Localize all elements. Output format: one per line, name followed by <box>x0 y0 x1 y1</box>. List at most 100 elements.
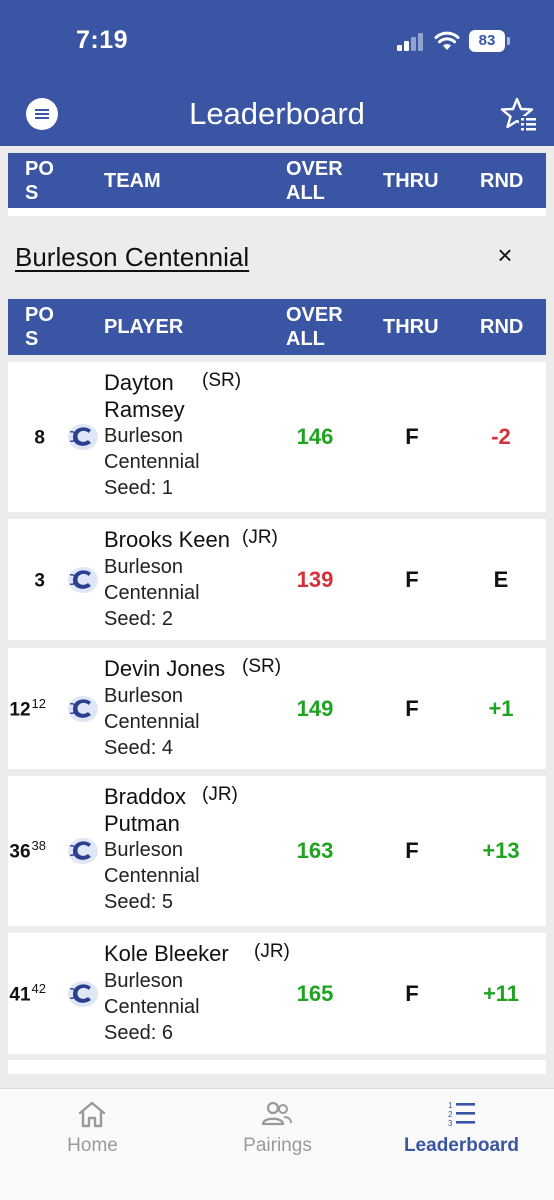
overall-score: 139 <box>296 566 334 592</box>
player-school-cont: Centennial <box>104 711 200 733</box>
player-name[interactable]: Braddox <box>104 784 186 809</box>
player-name[interactable]: Brooks Keen <box>104 527 230 552</box>
player-seed: Seed: 1 <box>104 477 173 499</box>
page-title: Leaderboard <box>189 96 365 131</box>
player-info: Brooks Keen (JR) Burleson Centennial See… <box>104 527 284 632</box>
player-position: 4142 <box>0 981 46 1006</box>
player-school-cont: Centennial <box>104 996 200 1018</box>
player-class: (JR) <box>242 527 278 548</box>
position-previous: 42 <box>31 980 46 996</box>
position-current: 8 <box>34 427 45 449</box>
player-school: Burleson <box>104 839 183 861</box>
position-current: 12 <box>9 698 31 720</box>
svg-text:2: 2 <box>448 1110 453 1119</box>
header-player[interactable]: PLAYER <box>104 315 183 339</box>
player-position: 3638 <box>0 838 46 863</box>
header-pos[interactable]: PO S <box>25 157 54 205</box>
player-table-header: PO S PLAYER OVER ALL THRU RND <box>8 299 546 355</box>
battery-tip <box>507 37 510 45</box>
header-rnd[interactable]: RND <box>480 315 523 339</box>
header-overall[interactable]: OVER ALL <box>286 303 343 351</box>
player-card[interactable]: 3 Brooks Keen (JR) Burleson Centennial S… <box>8 519 546 640</box>
selected-team-name[interactable]: Burleson Centennial <box>15 242 249 273</box>
thru-value: F <box>405 424 419 449</box>
overall-score: 163 <box>296 838 334 863</box>
overall-score: 146 <box>296 424 334 449</box>
player-info: Dayton (SR) Ramsey Burleson Centennial S… <box>104 370 284 501</box>
thru-value: F <box>405 695 419 721</box>
list-item-partial <box>8 1060 546 1074</box>
player-info: Devin Jones (SR) Burleson Centennial See… <box>104 656 284 761</box>
player-info: Braddox (JR) Putman Burleson Centennial … <box>104 784 284 915</box>
team-logo-icon <box>68 424 98 450</box>
header-rnd[interactable]: RND <box>480 169 523 193</box>
app-bar: Leaderboard <box>0 84 554 146</box>
player-class: (SR) <box>202 370 242 391</box>
round-score: +11 <box>482 980 520 1006</box>
player-position: 3 <box>0 567 46 592</box>
cellular-signal-icon <box>397 33 427 51</box>
thru-value: F <box>405 838 419 863</box>
player-name-last[interactable]: Putman <box>104 811 284 837</box>
team-table-header: PO S TEAM OVER ALL THRU RND <box>8 153 546 208</box>
position-current: 3 <box>34 569 45 591</box>
battery-indicator: 83 <box>469 30 505 52</box>
tab-leaderboard[interactable]: 1 2 3 Leaderboard <box>369 1089 554 1179</box>
home-icon <box>78 1101 106 1128</box>
player-card[interactable]: 8 Dayton (SR) Ramsey Burleson Centennial… <box>8 362 546 512</box>
player-seed: Seed: 2 <box>104 608 173 630</box>
position-previous: 12 <box>31 695 46 711</box>
selected-team-row: Burleson Centennial × <box>0 230 554 286</box>
header-overall[interactable]: OVER ALL <box>286 157 343 205</box>
player-seed: Seed: 5 <box>104 891 173 913</box>
player-position: 8 <box>0 424 46 449</box>
player-card[interactable]: 1212 Devin Jones (SR) Burleson Centennia… <box>8 648 546 769</box>
position-current: 36 <box>9 841 31 863</box>
tab-leaderboard-label: Leaderboard <box>403 1135 520 1156</box>
player-name-last[interactable]: Ramsey <box>104 397 284 423</box>
player-class: (SR) <box>242 656 282 677</box>
player-card[interactable]: 4142 Kole Bleeker (JR) Burleson Centenni… <box>8 933 546 1054</box>
position-previous: 38 <box>31 838 46 853</box>
player-school: Burleson <box>104 425 183 447</box>
position-current: 41 <box>9 983 31 1005</box>
round-score: +13 <box>482 838 520 863</box>
status-bar: 7:19 83 <box>0 0 554 84</box>
round-score: -2 <box>491 424 511 449</box>
thru-value: F <box>405 566 419 592</box>
team-logo-icon <box>68 838 98 864</box>
tab-home[interactable]: Home <box>0 1089 185 1179</box>
player-school-cont: Centennial <box>104 582 200 604</box>
ranked-list-icon: 1 2 3 <box>448 1101 475 1128</box>
header-pos[interactable]: PO S <box>25 303 54 351</box>
header-team[interactable]: TEAM <box>104 169 161 193</box>
tab-pairings-label: Pairings <box>243 1135 312 1156</box>
wifi-icon <box>434 31 460 50</box>
team-logo-icon <box>68 980 98 1007</box>
player-school: Burleson <box>104 685 183 707</box>
player-name[interactable]: Kole Bleeker <box>104 941 229 966</box>
overall-score: 165 <box>296 980 334 1006</box>
player-school-cont: Centennial <box>104 865 200 887</box>
star-list-icon[interactable] <box>500 96 538 134</box>
header-thru[interactable]: THRU <box>383 315 439 339</box>
player-name[interactable]: Dayton <box>104 370 174 395</box>
svg-text:3: 3 <box>448 1119 453 1128</box>
header-thru[interactable]: THRU <box>383 169 439 193</box>
svg-text:1: 1 <box>448 1101 453 1110</box>
close-icon[interactable]: × <box>492 242 518 268</box>
round-score: +1 <box>488 695 514 721</box>
player-name[interactable]: Devin Jones <box>104 656 225 681</box>
player-card[interactable]: 3638 Braddox (JR) Putman Burleson Centen… <box>8 776 546 926</box>
tab-pairings[interactable]: Pairings <box>185 1089 370 1179</box>
round-score: E <box>493 566 509 592</box>
team-logo-icon <box>68 566 98 593</box>
player-info: Kole Bleeker (JR) Burleson Centennial Se… <box>104 941 290 1046</box>
team-table-body <box>8 208 546 216</box>
player-school: Burleson <box>104 556 183 578</box>
player-seed: Seed: 4 <box>104 737 173 759</box>
team-logo-icon <box>68 695 98 722</box>
player-class: (JR) <box>202 784 238 805</box>
bottom-tab-bar: Home Pairings 1 2 3 Leaderboard <box>0 1088 554 1200</box>
player-position: 1212 <box>0 696 46 721</box>
